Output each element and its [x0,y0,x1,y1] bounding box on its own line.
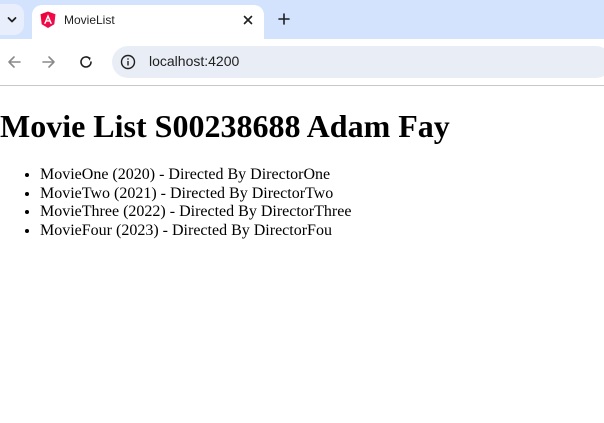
tab-search-button[interactable] [0,4,24,35]
list-item: MovieThree (2022) - Directed By Director… [40,203,351,222]
chevron-down-icon [7,16,17,22]
browser-toolbar: localhost:4200 [0,39,604,86]
tab-movielist[interactable]: MovieList [32,5,264,39]
angular-icon [40,11,56,28]
browser-chrome: MovieList localhost:4200 [0,0,604,86]
movie-list: MovieOne (2020) - Directed By DirectorOn… [0,166,351,240]
tab-strip: MovieList [0,0,604,39]
reload-button[interactable] [76,52,96,72]
back-button[interactable] [4,52,24,72]
list-item: MovieOne (2020) - Directed By DirectorOn… [40,166,351,185]
tab-title: MovieList [64,13,115,27]
info-icon[interactable] [120,54,136,70]
arrow-left-icon [8,56,21,68]
address-bar[interactable]: localhost:4200 [112,46,604,78]
close-icon [243,15,253,25]
arrow-right-icon [42,56,55,68]
reload-icon [80,56,92,68]
list-item: MovieFour (2023) - Directed By DirectorF… [40,222,351,241]
forward-button[interactable] [39,52,59,72]
url-text[interactable]: localhost:4200 [149,53,239,69]
page-content: Movie List S00238688 Adam Fay MovieOne (… [0,87,604,423]
plus-icon [278,13,290,25]
new-tab-button[interactable] [274,9,294,29]
tab-close-button[interactable] [240,12,256,28]
page-title: Movie List S00238688 Adam Fay [0,108,450,144]
list-item: MovieTwo (2021) - Directed By DirectorTw… [40,185,351,204]
